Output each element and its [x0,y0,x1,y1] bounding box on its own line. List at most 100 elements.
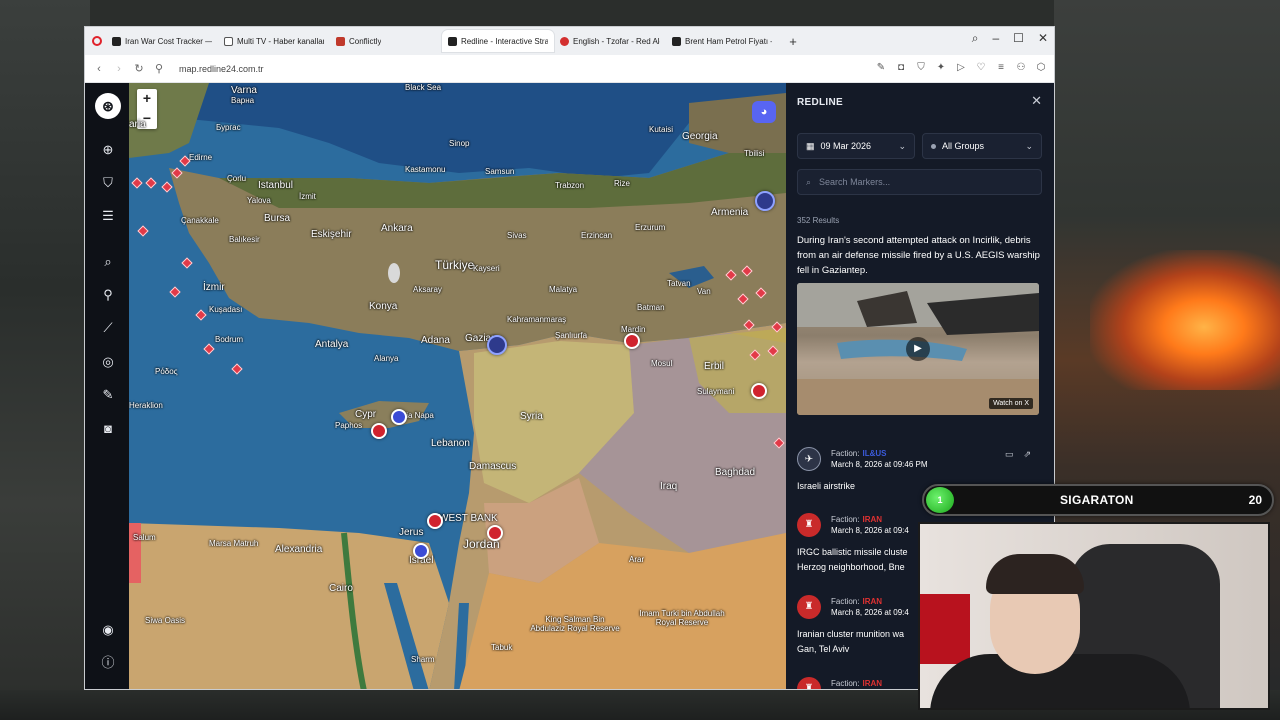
browser-tab[interactable]: Conflictly [330,30,442,52]
tab-label: English - Tzofar - Red Aler [573,36,660,46]
map-label: Ankara [381,223,413,234]
window-controls: ⌕ – ☐ ✕ [972,31,1048,46]
tab-favicon-icon [560,36,569,46]
new-tab-button[interactable]: + [786,34,800,49]
browser-tab[interactable]: Multi TV - Haber kanalları [218,30,330,52]
map-label: Damascus [469,461,517,472]
browser-tab-active[interactable]: Redline - Interactive Strat [442,30,554,52]
browser-tab[interactable]: Iran War Cost Tracker — U [106,30,218,52]
map-label: Syria [520,411,543,422]
item-actions: ▭ ⇗ [1005,449,1031,460]
external-link-icon[interactable]: ⇗ [1023,449,1031,460]
webcam-overlay [918,522,1270,710]
map-label: Baghdad [715,467,756,478]
tab-label: Conflictly [349,36,382,46]
map-label: Alexandria [275,544,323,555]
map-label: King Salman Bin Abdulaziz Royal Reserve [530,615,620,633]
close-window-icon[interactable]: ✕ [1038,31,1048,46]
faction-line: Faction: IRAN [831,597,883,606]
camera-icon[interactable]: ◘ [896,62,906,73]
draw-icon[interactable]: ✎ [97,386,119,404]
tab-favicon-icon [224,36,233,46]
camera-icon[interactable]: ◙ [97,420,119,438]
redline-app: ⊛ ⊕ ⛉ ☰ ⌕ ⚲ ⟋ ◎ ✎ ◙ ◉ ⓘ + − ◕ Black Sea … [85,83,1054,689]
map-label: Варна [231,96,255,105]
zoom-in-button[interactable]: + [137,89,157,109]
heart-icon[interactable]: ♡ [976,62,986,73]
location-pin-icon[interactable]: ⚲ [97,286,119,304]
map-label: Бургас [216,123,241,132]
broadcast-icon[interactable]: ◉ [97,621,119,639]
missile-icon: ♜ [797,595,821,619]
search-input[interactable] [819,177,1030,187]
event-video[interactable]: ▶ Watch on X [797,283,1039,415]
target-icon[interactable]: ◎ [97,353,119,371]
redline-logo-icon[interactable]: ⊛ [95,93,121,119]
menu-icon[interactable]: ≡ [996,62,1006,73]
map-label: Trabzon [555,181,585,190]
back-icon[interactable]: ‹ [89,63,109,75]
camera-marker[interactable] [413,543,429,559]
results-count: 352 Results [797,216,840,225]
edit-icon[interactable]: ✎ [876,62,886,73]
map-view[interactable]: + − ◕ Black Sea Varna Варна aria Бургас … [129,83,786,689]
opera-logo-icon[interactable] [92,36,102,46]
strike-marker[interactable] [427,513,443,529]
map-label: Balıkesir [229,235,260,244]
forward-icon[interactable]: › [109,63,129,75]
camera-marker[interactable] [755,191,775,211]
minimize-icon[interactable]: – [992,31,999,46]
shield-icon[interactable]: ⛉ [916,62,926,73]
group-marker[interactable] [391,409,407,425]
url-text[interactable]: map.redline24.com.tr [179,64,264,74]
strike-marker[interactable] [371,423,387,439]
ruler-icon[interactable]: ⟋ [97,319,119,337]
tab-favicon-icon [672,36,681,46]
browser-window: Iran War Cost Tracker — U Multi TV - Hab… [84,26,1055,690]
featured-event-text: During Iran's second attempted attack on… [797,235,1040,276]
maximize-icon[interactable]: ☐ [1013,31,1024,46]
map-label: Cairo [329,583,353,594]
extension-icon[interactable]: ✦ [936,62,946,73]
event-time: March 8, 2026 at 09:4 [831,526,909,535]
group-select[interactable]: All Groups ⌄ [922,133,1042,159]
map-label: Kutaisi [649,125,674,134]
play-icon[interactable]: ▶ [906,337,930,361]
map-label: Siwa Oasis [145,616,186,625]
map-label: Yalova [247,196,271,205]
map-label: Antalya [315,339,349,350]
strike-marker[interactable] [624,333,640,349]
box-icon[interactable]: ⬡ [1036,62,1046,73]
stream-background-left [0,0,90,720]
sliders-icon[interactable]: ☰ [97,207,119,225]
selected-camera-marker[interactable] [487,335,507,355]
browser-tab[interactable]: Brent Ham Petrol Fiyatı — [666,30,778,52]
map-label: Jerus [399,527,424,538]
map-label: Heraklion [129,401,163,410]
video-icon[interactable]: ▭ [1005,449,1014,460]
map-label: Paphos [335,421,363,430]
reload-icon[interactable]: ↻ [129,62,149,75]
faction-line: Faction: IRAN [831,679,883,688]
info-icon[interactable]: ⓘ [97,654,119,672]
map-label: Arar [629,555,645,564]
site-info-icon[interactable]: ⚲ [149,62,169,75]
url-actions: ✎ ◘ ⛉ ✦ ▷ ♡ ≡ ⚇ ⬡ [876,62,1046,73]
player-icon[interactable]: ▷ [956,62,966,73]
profile-icon[interactable]: ⚇ [1016,62,1026,73]
strike-marker[interactable] [487,525,503,541]
discord-icon[interactable]: ◕ [752,101,776,123]
search-icon[interactable]: ⌕ [97,253,119,271]
search-tabs-icon[interactable]: ⌕ [972,31,979,46]
date-picker[interactable]: ▦ 09 Mar 2026 ⌄ [797,133,915,159]
browser-tab[interactable]: English - Tzofar - Red Aler [554,30,666,52]
map-label: Erzurum [635,223,666,232]
tab-favicon-icon [112,36,121,46]
watch-on-x-badge[interactable]: Watch on X [989,398,1033,409]
shield-icon[interactable]: ⛉ [97,174,119,192]
map-label: Black Sea [405,83,442,92]
strike-marker[interactable] [751,383,767,399]
close-panel-icon[interactable]: ✕ [1031,93,1042,109]
tab-label: Multi TV - Haber kanalları [237,36,324,46]
globe-icon[interactable]: ⊕ [97,141,119,159]
